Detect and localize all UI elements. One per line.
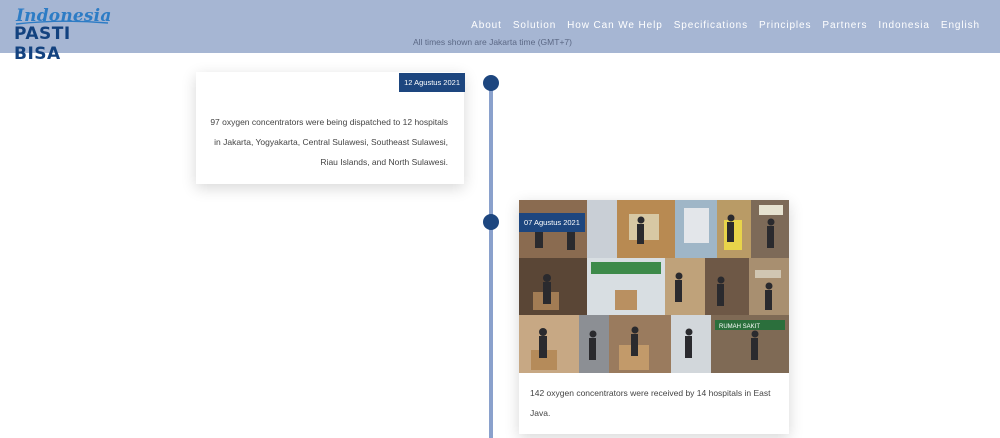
- main-nav: About Solution How Can We Help Specifica…: [471, 20, 980, 31]
- date-badge: 12 Agustus 2021: [399, 73, 465, 92]
- timeline-text: 142 oxygen concentrators were received b…: [530, 388, 771, 418]
- timeline-text: 97 oxygen concentrators were being dispa…: [210, 117, 448, 167]
- date-badge: 07 Agustus 2021: [519, 213, 585, 232]
- nav-about[interactable]: About: [471, 20, 502, 31]
- nav-specifications[interactable]: Specifications: [674, 20, 748, 31]
- photo-watermark: RUMAH SAKIT: [719, 324, 760, 330]
- nav-principles[interactable]: Principles: [759, 20, 811, 31]
- nav-partners[interactable]: Partners: [822, 20, 867, 31]
- timeline-dot: [483, 214, 499, 230]
- nav-language-english[interactable]: English: [941, 20, 980, 31]
- timezone-note: All times shown are Jakarta time (GMT+7): [413, 37, 572, 47]
- nav-how-can-we-help[interactable]: How Can We Help: [567, 20, 663, 31]
- nav-solution[interactable]: Solution: [513, 20, 556, 31]
- timeline-dot: [483, 75, 499, 91]
- nav-language-indonesia[interactable]: Indonesia: [878, 20, 929, 31]
- site-header: Indonesia PASTI BISA About Solution How …: [0, 0, 1000, 64]
- timeline-card: 12 Agustus 2021 97 oxygen concentrators …: [196, 72, 465, 184]
- timeline-card: RUMAH SAKIT 07 Agustus 2021 142 oxygen c…: [519, 200, 789, 434]
- timeline-line: [489, 83, 493, 438]
